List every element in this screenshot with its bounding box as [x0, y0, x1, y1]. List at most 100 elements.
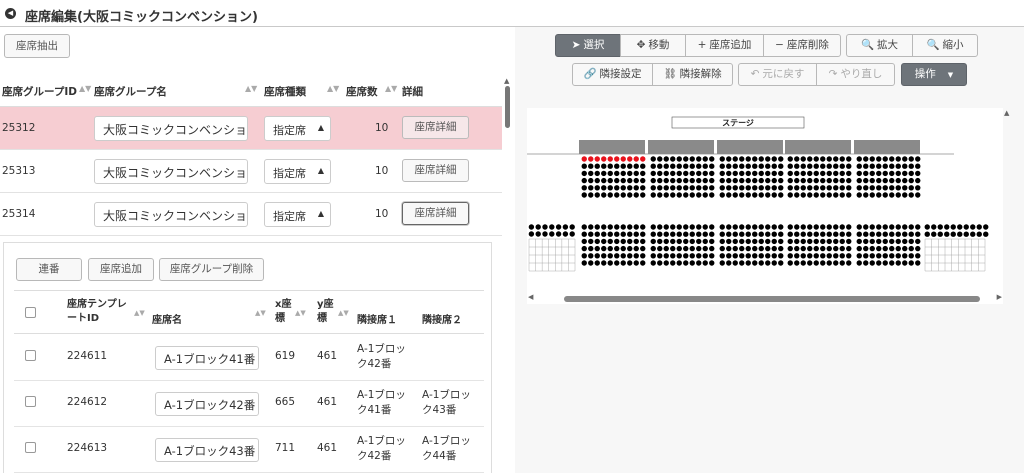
seat-name-input[interactable]: A-1ブロック42番 [155, 392, 259, 416]
redo-button[interactable]: ↷ やり直し [816, 63, 895, 86]
seat[interactable] [739, 170, 745, 177]
seat[interactable] [726, 192, 732, 198]
seat[interactable] [607, 163, 613, 169]
seat[interactable] [683, 231, 689, 237]
seat[interactable] [732, 238, 738, 245]
seat[interactable] [869, 238, 875, 245]
seat[interactable] [963, 224, 969, 230]
seat[interactable] [719, 170, 725, 177]
seat[interactable] [800, 260, 806, 266]
seat[interactable] [696, 192, 702, 198]
seat[interactable] [976, 231, 982, 237]
seat[interactable] [614, 253, 620, 259]
seat-detail-button[interactable]: 座席詳細 [402, 202, 469, 225]
seat[interactable] [826, 231, 832, 237]
seat[interactable] [542, 231, 548, 237]
seat[interactable] [908, 253, 914, 259]
seat[interactable] [650, 156, 656, 162]
seat[interactable] [882, 245, 888, 252]
seat[interactable] [758, 245, 764, 252]
seat[interactable] [676, 170, 682, 177]
seat[interactable] [794, 224, 800, 230]
seat[interactable] [702, 224, 708, 230]
seat-type-select[interactable]: 指定席 ▲ [264, 159, 331, 184]
seat[interactable] [800, 231, 806, 237]
seat[interactable] [794, 163, 800, 169]
seat[interactable] [876, 192, 882, 198]
seat[interactable] [663, 231, 669, 237]
seat[interactable] [732, 177, 738, 184]
seat[interactable] [607, 170, 613, 177]
seat[interactable] [739, 177, 745, 184]
seat[interactable] [869, 192, 875, 198]
seat[interactable] [752, 185, 758, 191]
seat[interactable] [601, 253, 607, 259]
seat[interactable] [826, 177, 832, 184]
back-icon[interactable]: ◀ [5, 8, 16, 19]
seat[interactable] [882, 238, 888, 245]
seat[interactable] [689, 245, 695, 252]
seat[interactable] [627, 231, 633, 237]
seat[interactable] [895, 156, 901, 162]
seat[interactable] [739, 253, 745, 259]
seat[interactable] [846, 253, 852, 259]
seat[interactable] [657, 245, 663, 252]
seat[interactable] [726, 170, 732, 177]
seat[interactable] [807, 253, 813, 259]
seat[interactable] [863, 253, 869, 259]
seat[interactable] [833, 163, 839, 169]
seat[interactable] [813, 253, 819, 259]
seat-row[interactable]: 224612 A-1ブロック42番 665 461 A-1ブロッ ク41番 A-1… [14, 381, 484, 427]
seat[interactable] [771, 156, 777, 162]
seat[interactable] [739, 224, 745, 230]
seat[interactable] [863, 192, 869, 198]
seat[interactable] [882, 156, 888, 162]
seat[interactable] [839, 163, 845, 169]
seat[interactable] [813, 231, 819, 237]
seat[interactable] [670, 170, 676, 177]
seat[interactable] [689, 224, 695, 230]
seat[interactable] [719, 163, 725, 169]
seat[interactable] [581, 192, 587, 198]
seat[interactable] [562, 224, 569, 230]
seat[interactable] [745, 185, 751, 191]
seat[interactable] [607, 231, 613, 237]
seat[interactable] [882, 260, 888, 266]
seat[interactable] [696, 185, 702, 191]
seat[interactable] [869, 260, 875, 266]
map-scroll-up-icon[interactable]: ▲ [1004, 109, 1009, 117]
seat[interactable] [633, 253, 639, 259]
seat[interactable] [820, 170, 826, 177]
seat[interactable] [670, 185, 676, 191]
seat[interactable] [765, 231, 771, 237]
seat[interactable] [908, 245, 914, 252]
seat[interactable] [657, 177, 663, 184]
seat[interactable] [787, 163, 793, 169]
seat[interactable] [765, 163, 771, 169]
seat[interactable] [915, 192, 921, 198]
seat[interactable] [882, 163, 888, 169]
seat[interactable] [739, 245, 745, 252]
seat[interactable] [633, 163, 639, 169]
seat[interactable] [650, 163, 656, 169]
group-name-input[interactable]: 大阪コミックコンベンション [94, 159, 248, 184]
group-row[interactable]: 25314 大阪コミックコンベンション 指定席 ▲ 10 座席詳細 [0, 193, 502, 236]
seat[interactable] [846, 170, 852, 177]
seat[interactable] [633, 192, 639, 198]
seat[interactable] [856, 185, 862, 191]
select-mode-button[interactable]: ➤ 選択 [555, 34, 621, 57]
seat[interactable] [800, 192, 806, 198]
seat[interactable] [889, 231, 895, 237]
seat[interactable] [826, 185, 832, 191]
seat[interactable] [702, 231, 708, 237]
seat[interactable] [778, 192, 784, 198]
seat-name-input[interactable]: A-1ブロック43番 [155, 438, 259, 462]
seat[interactable] [633, 156, 639, 162]
seat[interactable] [689, 192, 695, 198]
seat[interactable] [562, 231, 569, 237]
seat[interactable] [957, 231, 963, 237]
seat[interactable] [614, 231, 620, 237]
seat[interactable] [778, 156, 784, 162]
seat[interactable] [640, 245, 646, 252]
seat[interactable] [657, 224, 663, 230]
